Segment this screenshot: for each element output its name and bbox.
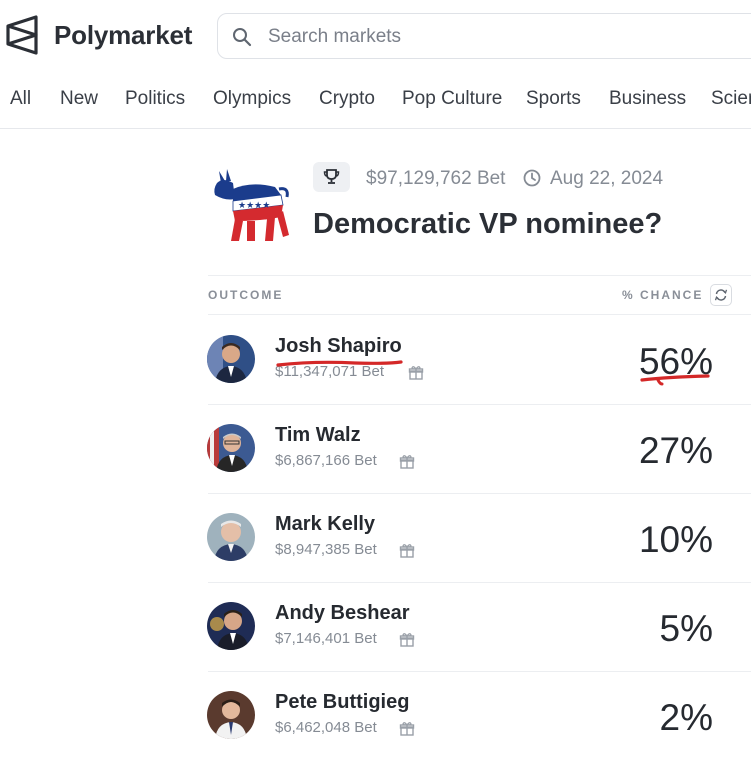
outcome-row-pete-buttigieg[interactable]: Pete Buttigieg $6,462,048 Bet 2% [0,671,751,760]
gift-icon[interactable] [399,543,415,559]
refresh-icon [714,289,728,301]
outcome-row-josh-shapiro[interactable]: Josh Shapiro $11,347,071 Bet 56% [0,315,751,404]
candidate-name[interactable]: Andy Beshear [275,602,410,625]
candidate-name[interactable]: Mark Kelly [275,513,375,536]
gift-icon[interactable] [399,632,415,648]
avatar [207,424,255,472]
chance-value: 2% [659,697,713,738]
democrat-donkey-icon: ★★★★ [214,169,289,241]
divider [208,275,751,276]
refresh-button[interactable] [710,284,732,306]
avatar [207,513,255,561]
trophy-button[interactable] [313,162,350,192]
nav-item-all[interactable]: All [10,88,31,110]
nav-item-politics[interactable]: Politics [125,88,185,110]
outcome-row-tim-walz[interactable]: Tim Walz $6,867,166 Bet 27% [0,404,751,493]
event-title: Democratic VP nominee? [313,208,663,240]
market-panel: ★★★★ $97,129,762 Bet Aug 22, 2024 Democr… [0,128,751,759]
top-header: Polymarket All New Politics Olympics Cry… [0,0,751,129]
chance-column-header[interactable]: % CHANCE [622,288,703,302]
search-input[interactable] [266,22,750,52]
candidate-volume: $8,947,385 Bet [275,541,377,558]
outcome-row-mark-kelly[interactable]: Mark Kelly $8,947,385 Bet 10% [0,493,751,582]
trophy-icon [323,169,340,184]
nav-item-science[interactable]: Scier [711,88,751,110]
svg-text:★★★★: ★★★★ [238,201,270,211]
nav-item-pop-culture[interactable]: Pop Culture [402,88,502,110]
brand-name[interactable]: Polymarket [54,20,192,51]
candidate-volume: $11,347,071 Bet [275,363,384,380]
nav-item-business[interactable]: Business [609,88,686,110]
chance-value: 10% [638,519,713,560]
clock-icon [523,169,541,187]
gift-icon[interactable] [399,454,415,470]
gift-icon[interactable] [399,721,415,737]
candidate-volume: $6,462,048 Bet [275,719,377,736]
avatar [207,335,255,383]
candidate-name[interactable]: Pete Buttigieg [275,691,409,714]
event-end-date: Aug 22, 2024 [550,168,664,189]
outcome-row-andy-beshear[interactable]: Andy Beshear $7,146,401 Bet 5% [0,582,751,671]
chance-value: 5% [659,608,713,649]
polymarket-logo-icon[interactable] [4,14,40,56]
nav-item-olympics[interactable]: Olympics [213,88,291,110]
candidate-name[interactable]: Josh Shapiro [275,335,402,358]
chance-value: 56% [638,341,713,382]
search-icon [233,28,252,47]
avatar [207,691,255,739]
nav-item-sports[interactable]: Sports [526,88,581,110]
avatar [207,602,255,650]
candidate-volume: $6,867,166 Bet [275,452,377,469]
outcome-column-header: OUTCOME [208,288,284,302]
event-volume: $97,129,762 Bet [366,168,506,189]
gift-icon[interactable] [408,365,424,381]
chance-value: 27% [638,430,713,471]
nav-item-crypto[interactable]: Crypto [319,88,375,110]
candidate-volume: $7,146,401 Bet [275,630,377,647]
nav-item-new[interactable]: New [60,88,98,110]
candidate-name[interactable]: Tim Walz [275,424,361,447]
search-bar[interactable] [217,13,751,59]
